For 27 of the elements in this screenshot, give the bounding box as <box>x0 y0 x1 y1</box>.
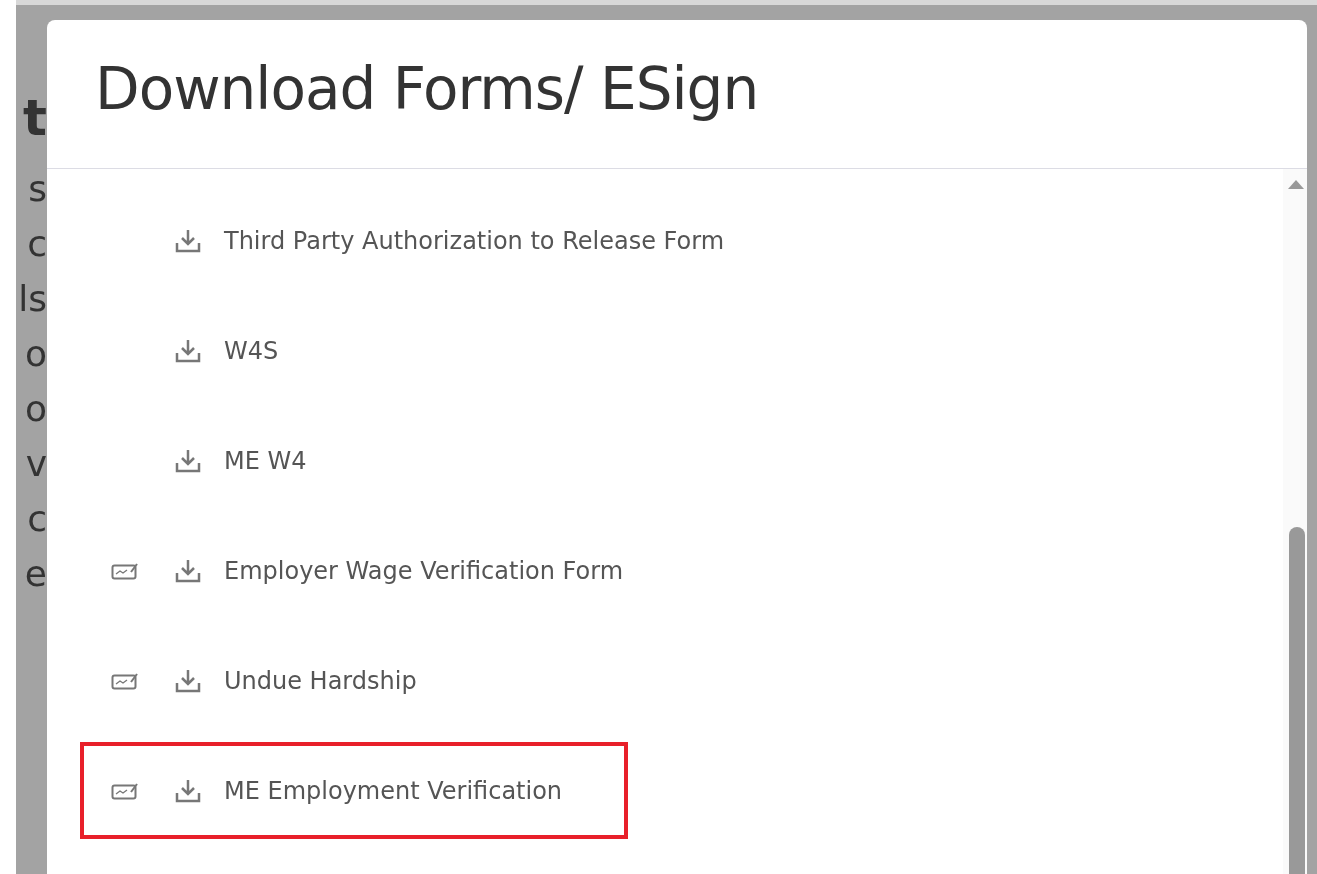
signature-icon <box>111 562 139 580</box>
form-link[interactable]: ME Employment Verification <box>224 776 563 805</box>
page-text: o <box>24 332 47 376</box>
download-icon[interactable] <box>174 668 202 694</box>
dialog-title: Download Forms/ ESign <box>95 55 759 123</box>
page-text: c <box>27 497 47 541</box>
signature-icon <box>111 672 139 690</box>
download-icon[interactable] <box>174 448 202 474</box>
form-link[interactable]: W4S <box>224 337 279 365</box>
page-text: c <box>27 222 47 266</box>
page-text: e <box>24 552 47 596</box>
download-icon[interactable] <box>174 558 202 584</box>
form-link[interactable]: Employer Wage Verification Form <box>224 557 624 585</box>
page-heading: t <box>23 88 47 149</box>
page-text: o <box>24 387 47 431</box>
page-text: ls <box>18 277 47 321</box>
form-link[interactable]: ME W4 <box>224 447 307 475</box>
download-icon[interactable] <box>174 228 202 254</box>
page-text: s <box>28 167 47 211</box>
page-text: v <box>25 442 47 486</box>
form-link[interactable]: Undue Hardship <box>224 667 417 695</box>
signature-icon <box>111 781 139 800</box>
download-icon[interactable] <box>174 338 202 364</box>
scrollbar[interactable] <box>1283 169 1307 874</box>
scroll-up-icon[interactable] <box>1287 179 1305 190</box>
form-link[interactable]: Third Party Authorization to Release Form <box>224 227 724 255</box>
download-icon[interactable] <box>174 777 202 804</box>
